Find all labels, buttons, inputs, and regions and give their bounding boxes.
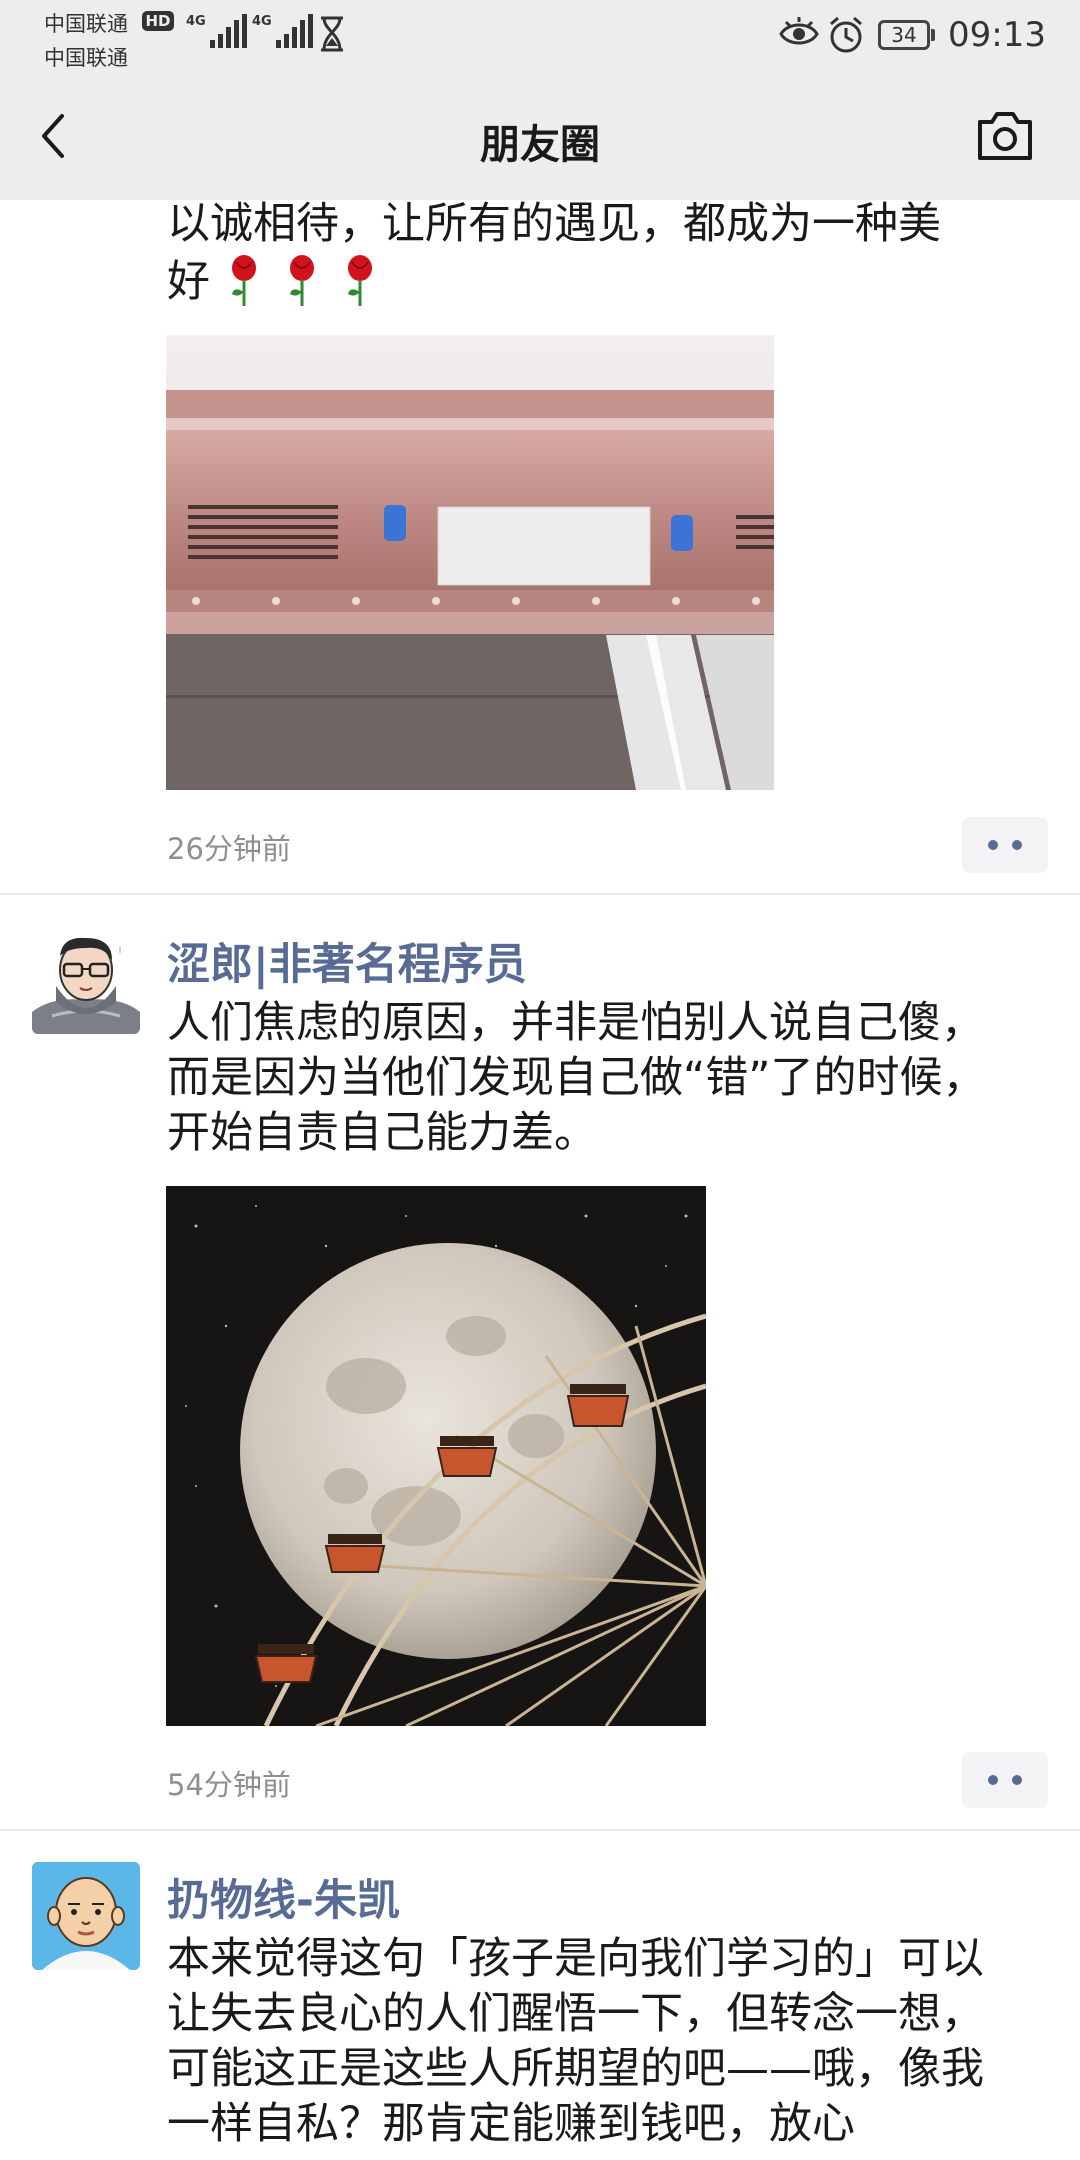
- post-divider: [0, 893, 1080, 895]
- network-type-label: 4G: [186, 14, 206, 29]
- avatar[interactable]: [32, 1862, 140, 1970]
- post-more-button[interactable]: [962, 817, 1048, 873]
- camera-button[interactable]: [970, 106, 1040, 166]
- status-bar: 中国联通 中国联通 HD 4G 4G 34 09:13: [0, 0, 1080, 76]
- post-text: 人们焦虑的原因，并非是怕别人说自己傻，而是因为当他们发现自己做“错”了的时候，开…: [167, 998, 986, 1158]
- camera-icon: [978, 112, 1032, 160]
- moon-ferris-wheel-photo: [166, 1186, 706, 1726]
- post-more-button[interactable]: [962, 1752, 1048, 1808]
- post-author-link[interactable]: 扔物线-朱凯: [167, 1866, 400, 1928]
- battery-cap: [931, 29, 935, 41]
- network-type-label: 4G: [252, 14, 272, 29]
- post-text: 本来觉得这句「孩子是向我们学习的」可以让失去良心的人们醒悟一下，但转念一想，可能…: [167, 1934, 984, 2149]
- user-avatar-cartoon: [32, 1862, 140, 1970]
- dot-icon: [1012, 1775, 1022, 1785]
- status-time: 09:13: [948, 15, 1046, 55]
- post-text: 以诚相待，让所有的遇见，都成为一种美 好: [167, 199, 941, 307]
- post-author-link[interactable]: 涩郎|非著名程序员: [167, 930, 527, 992]
- carrier-label-1: 中国联通: [44, 12, 128, 36]
- user-avatar-cartoon: !: [32, 926, 140, 1034]
- nav-bar: 朋友圈: [0, 76, 1080, 200]
- post-image[interactable]: [166, 1186, 706, 1726]
- dot-icon: [1012, 840, 1022, 850]
- page-title: 朋友圈: [480, 122, 600, 168]
- eye-icon: [779, 17, 819, 45]
- post-timestamp: 26分钟前: [167, 832, 291, 866]
- avatar[interactable]: !: [32, 926, 140, 1034]
- battery-icon: 34: [878, 20, 930, 50]
- hd-badge: HD: [142, 11, 174, 31]
- post-timestamp: 54分钟前: [167, 1768, 291, 1802]
- ceiling-heater-photo: [166, 335, 774, 790]
- post-divider: [0, 1829, 1080, 1831]
- hourglass-icon: [321, 16, 343, 52]
- dot-icon: [988, 840, 998, 850]
- rose-emoji-icon: [231, 255, 372, 306]
- carrier-label-2: 中国联通: [44, 46, 128, 70]
- post-image[interactable]: [166, 335, 774, 790]
- dot-icon: [988, 1775, 998, 1785]
- alarm-icon: [830, 16, 862, 53]
- svg-text:!: !: [118, 946, 122, 957]
